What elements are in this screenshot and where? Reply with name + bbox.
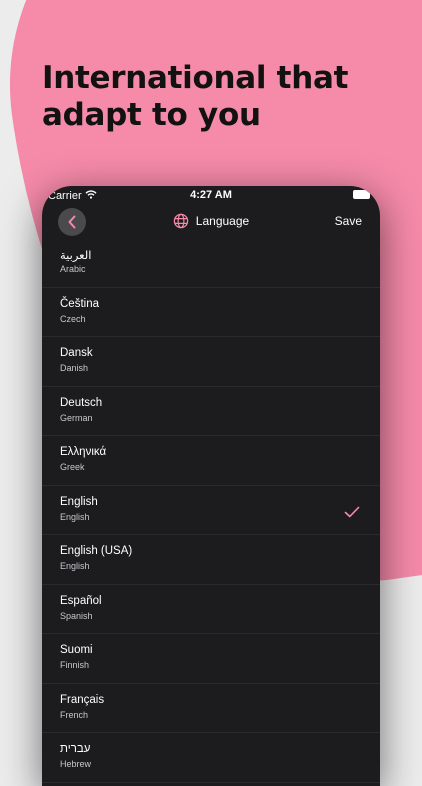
language-english-name: Arabic bbox=[60, 264, 86, 274]
language-row[interactable]: עברית Hebrew bbox=[42, 733, 380, 783]
language-english-name: English bbox=[60, 561, 90, 571]
language-english-name: Spanish bbox=[60, 610, 93, 621]
language-row[interactable]: English English bbox=[42, 486, 380, 535]
nav-title-group: Language bbox=[42, 213, 380, 229]
language-row[interactable]: Français French bbox=[42, 684, 380, 733]
language-row[interactable]: Suomi Finnish bbox=[42, 634, 380, 684]
language-native-name: English (USA) bbox=[60, 545, 133, 557]
phone-screen: Carrier 4:27 AM Language Save العربية Ar… bbox=[42, 186, 380, 786]
save-button[interactable]: Save bbox=[335, 214, 362, 228]
language-row[interactable]: Deutsch German bbox=[42, 387, 380, 436]
nav-title: Language bbox=[195, 214, 250, 228]
language-native-name: Français bbox=[60, 693, 105, 706]
language-native-name: English bbox=[60, 495, 98, 508]
language-english-name: Finnish bbox=[60, 660, 90, 670]
language-english-name: Danish bbox=[60, 363, 89, 373]
language-english-name: French bbox=[60, 709, 89, 720]
language-native-name: Suomi bbox=[60, 644, 93, 656]
language-english-name: Hebrew bbox=[60, 759, 92, 769]
status-bar: Carrier 4:27 AM bbox=[42, 186, 380, 208]
language-list: العربية Arabic Čeština Czech Dansk Danish Deut… bbox=[42, 238, 380, 783]
language-native-name: Ελληνικά bbox=[60, 446, 107, 458]
language-native-name: Čeština bbox=[60, 297, 99, 310]
battery-icon bbox=[353, 190, 370, 199]
language-row[interactable]: English (USA) English bbox=[42, 535, 380, 585]
language-english-name: Greek bbox=[60, 462, 85, 472]
nav-bar: Language Save bbox=[42, 208, 380, 238]
checkmark-icon bbox=[344, 505, 360, 523]
language-row[interactable]: Ελληνικά Greek bbox=[42, 436, 380, 486]
language-english-name: English bbox=[60, 511, 90, 522]
language-row[interactable]: Dansk Danish bbox=[42, 337, 380, 387]
language-native-name: Español bbox=[60, 594, 102, 607]
headline: International that adapt to you bbox=[42, 60, 349, 133]
language-native-name: العربية bbox=[60, 250, 92, 262]
language-row[interactable]: العربية Arabic bbox=[42, 238, 380, 288]
language-english-name: German bbox=[60, 412, 93, 423]
language-native-name: עברית bbox=[60, 743, 91, 755]
language-english-name: Czech bbox=[60, 313, 86, 324]
language-native-name: Deutsch bbox=[60, 396, 103, 409]
status-time: 4:27 AM bbox=[190, 189, 232, 201]
language-row[interactable]: Čeština Czech bbox=[42, 288, 380, 337]
language-row[interactable]: Español Spanish bbox=[42, 585, 380, 634]
globe-icon bbox=[173, 213, 189, 229]
language-native-name: Dansk bbox=[60, 347, 93, 359]
